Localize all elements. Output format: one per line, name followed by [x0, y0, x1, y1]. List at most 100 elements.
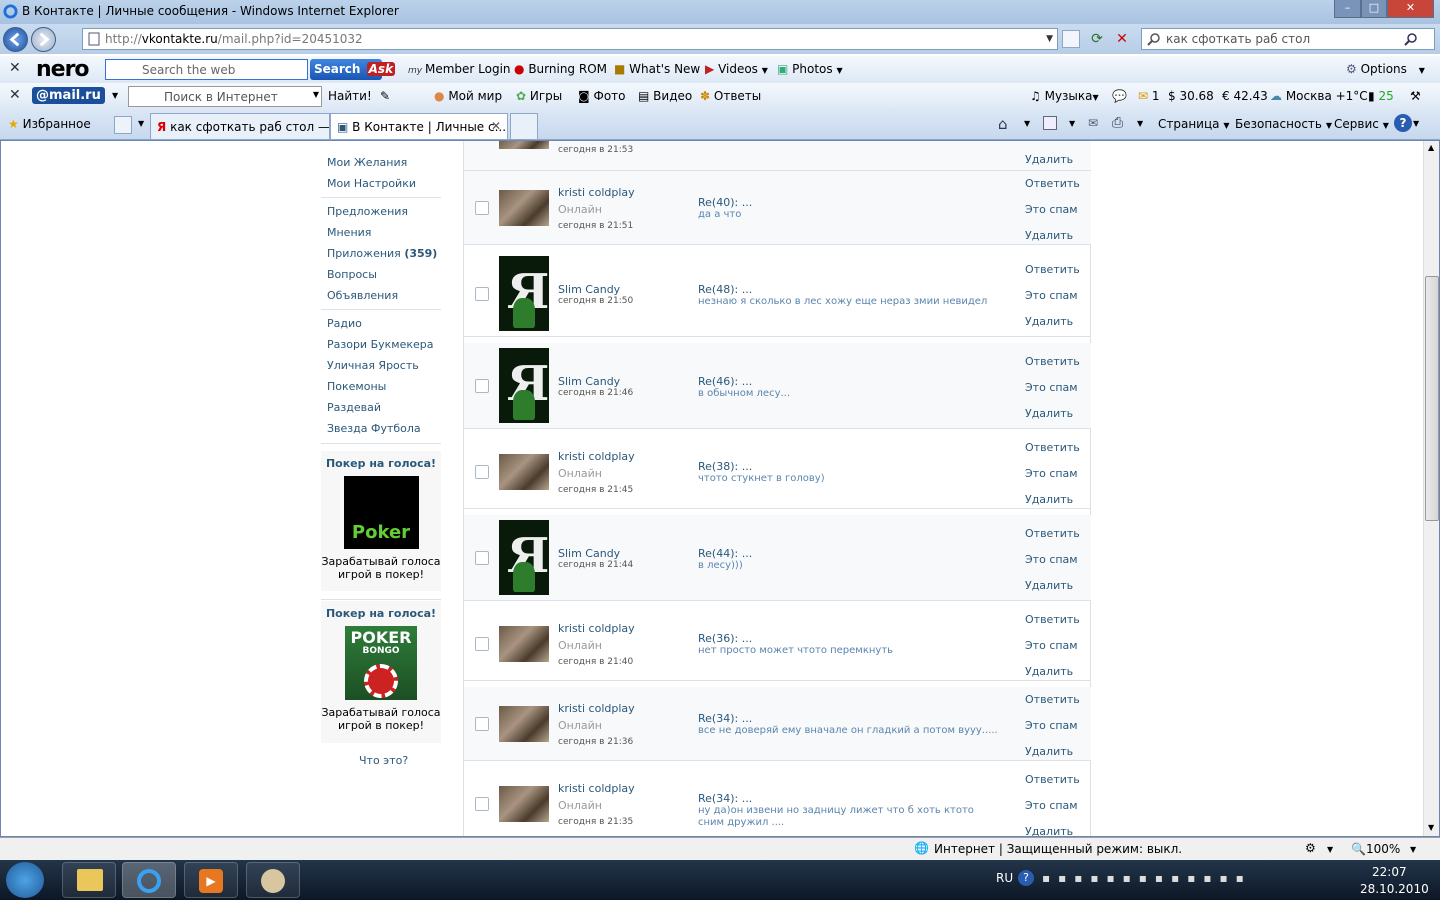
sender-name[interactable]: kristi coldplay — [558, 702, 635, 715]
message-checkbox[interactable] — [475, 201, 489, 215]
avatar[interactable]: Я — [499, 348, 549, 423]
sender-name[interactable]: Slim Candy — [558, 375, 620, 388]
message-preview[interactable]: ну да)он извени но задницу лижет что б х… — [698, 805, 998, 829]
message-checkbox[interactable] — [475, 797, 489, 811]
whats-new-link[interactable]: ■ What's New — [614, 62, 700, 76]
avatar[interactable] — [499, 706, 549, 742]
chevron-down-icon[interactable]: ▼ — [1137, 119, 1143, 128]
nero-search-input[interactable]: Search the web — [105, 59, 308, 80]
answers-link[interactable]: ✽ Ответы — [700, 89, 761, 103]
clock-date[interactable]: 28.10.2010 — [1360, 882, 1429, 896]
delete-link[interactable]: Удалить — [1025, 315, 1073, 328]
help-icon[interactable]: ? — [1394, 114, 1412, 132]
avatar[interactable] — [499, 141, 549, 149]
nav-wishes[interactable]: Мои Желания — [327, 156, 407, 169]
nav-offers[interactable]: Предложения — [327, 205, 408, 218]
reply-link[interactable]: Ответить — [1025, 355, 1080, 368]
photo-link[interactable]: ◙ Фото — [578, 89, 626, 103]
tab-search[interactable]: Я как сфоткать раб стол — ... — [150, 113, 330, 139]
member-login-link[interactable]: my Member Login — [408, 62, 511, 76]
compat-view-button[interactable] — [1062, 30, 1080, 48]
chevron-down-icon[interactable]: ▼ — [313, 90, 319, 99]
stop-button[interactable]: ✕ — [1113, 30, 1131, 48]
message-preview[interactable]: да а что — [698, 209, 998, 221]
ad-poker-2[interactable]: Покер на голоса! POKER BONGO Зарабатывай… — [321, 601, 441, 743]
spam-link[interactable]: Это спам — [1025, 799, 1078, 812]
mailru-search-input[interactable]: Поиск в Интернет ▼ — [128, 86, 322, 107]
nav-pokemon[interactable]: Покемоны — [327, 380, 386, 393]
taskbar-explorer[interactable] — [62, 862, 116, 898]
delete-link[interactable]: Удалить — [1025, 229, 1073, 242]
refresh-button[interactable]: ⟳ — [1088, 30, 1106, 48]
nero-search-button[interactable]: Search Ask — [310, 59, 396, 80]
tab-vkontakte[interactable]: ▣ В Контакте | Личные с... ✕ — [330, 113, 508, 139]
delete-link[interactable]: Удалить — [1025, 407, 1073, 420]
security-zone[interactable]: Интернет | Защищенный режим: выкл. — [934, 842, 1182, 856]
spam-link[interactable]: Это спам — [1025, 289, 1078, 302]
start-button[interactable] — [6, 862, 44, 898]
mailru-close-icon[interactable]: ✕ — [9, 87, 21, 103]
language-indicator[interactable]: RU — [996, 871, 1013, 885]
security-menu[interactable]: Безопасность ▼ — [1235, 117, 1332, 131]
message-checkbox[interactable] — [475, 287, 489, 301]
nav-apps[interactable]: Приложения (359) — [327, 247, 437, 260]
taskbar-ie[interactable] — [122, 862, 176, 898]
reply-link[interactable]: Ответить — [1025, 263, 1080, 276]
search-box[interactable]: как сфоткать раб стол — [1141, 28, 1435, 50]
back-button[interactable] — [3, 27, 28, 52]
spam-link[interactable]: Это спам — [1025, 719, 1078, 732]
avatar[interactable] — [499, 786, 549, 822]
message-preview[interactable]: в обычном лесу... — [698, 388, 998, 400]
chevron-down-icon[interactable]: ▼ — [1069, 119, 1075, 128]
new-tab-button[interactable] — [510, 113, 538, 139]
nav-settings[interactable]: Мои Настройки — [327, 177, 416, 190]
message-checkbox[interactable] — [475, 551, 489, 565]
extra-tools-icon[interactable]: ⚒ — [1410, 89, 1421, 103]
delete-link[interactable]: Удалить — [1025, 745, 1073, 758]
close-button[interactable]: ✕ — [1387, 0, 1434, 18]
sender-name[interactable]: kristi coldplay — [558, 186, 635, 199]
delete-link[interactable]: Удалить — [1025, 579, 1073, 592]
chevron-down-icon[interactable]: ▼ — [1410, 845, 1416, 854]
message-preview[interactable]: чтото стукнет в голову) — [698, 473, 998, 485]
zoom-control[interactable]: 🔍100% — [1351, 842, 1400, 856]
home-icon[interactable]: ⌂ — [998, 115, 1008, 133]
message-subject[interactable]: Re(34): ... — [698, 792, 752, 805]
message-preview[interactable]: незнаю я сколько в лес хожу еще нераз зм… — [698, 296, 998, 308]
nav-undress[interactable]: Раздевай — [327, 401, 381, 414]
message-subject[interactable]: Re(40): ... — [698, 196, 752, 209]
clock-time[interactable]: 22:07 — [1372, 865, 1407, 879]
message-subject[interactable]: Re(34): ... — [698, 712, 752, 725]
address-dropdown-icon[interactable]: ▼ — [1046, 29, 1053, 49]
pencil-icon[interactable]: ✎ — [380, 89, 390, 103]
nav-ads[interactable]: Объявления — [327, 289, 398, 302]
page-menu[interactable]: Страница ▼ — [1158, 117, 1230, 131]
delete-link[interactable]: Удалить — [1025, 825, 1073, 836]
message-preview[interactable]: в лесу))) — [698, 560, 998, 572]
message-checkbox[interactable] — [475, 637, 489, 651]
minimize-button[interactable]: – — [1334, 0, 1361, 18]
ad-poker-1[interactable]: Покер на голоса! Poker Зарабатывай голос… — [321, 451, 441, 591]
reply-link[interactable]: Ответить — [1025, 527, 1080, 540]
chevron-down-icon[interactable]: ▼ — [1327, 845, 1333, 854]
nav-questions[interactable]: Вопросы — [327, 268, 377, 281]
my-world-link[interactable]: ● Мой мир — [434, 89, 502, 103]
message-preview[interactable]: нет просто может чтото перемкнуть — [698, 645, 998, 657]
mailru-logo[interactable]: @mail.ru — [32, 87, 105, 104]
chevron-down-icon[interactable]: ▼ — [1024, 119, 1030, 128]
nav-razori[interactable]: Разори Букмекера — [327, 338, 433, 351]
message-subject[interactable]: Re(44): ... — [698, 547, 752, 560]
sender-name[interactable]: Slim Candy — [558, 547, 620, 560]
reply-link[interactable]: Ответить — [1025, 613, 1080, 626]
eur-rate[interactable]: € 42.43 — [1222, 89, 1268, 103]
print-icon[interactable]: ⎙ — [1112, 115, 1123, 131]
spam-link[interactable]: Это спам — [1025, 467, 1078, 480]
taskbar-paint[interactable] — [246, 862, 300, 898]
avatar[interactable]: Я — [499, 256, 549, 331]
photos-menu[interactable]: ▣ Photos ▼ — [777, 62, 843, 76]
scrollbar[interactable]: ▲ ▼ — [1423, 141, 1439, 836]
usd-rate[interactable]: $ 30.68 — [1168, 89, 1214, 103]
music-menu[interactable]: ♫ Музыка▼ — [1030, 89, 1099, 103]
forward-button[interactable] — [31, 27, 56, 52]
tab-close-icon[interactable]: ✕ — [491, 119, 501, 133]
